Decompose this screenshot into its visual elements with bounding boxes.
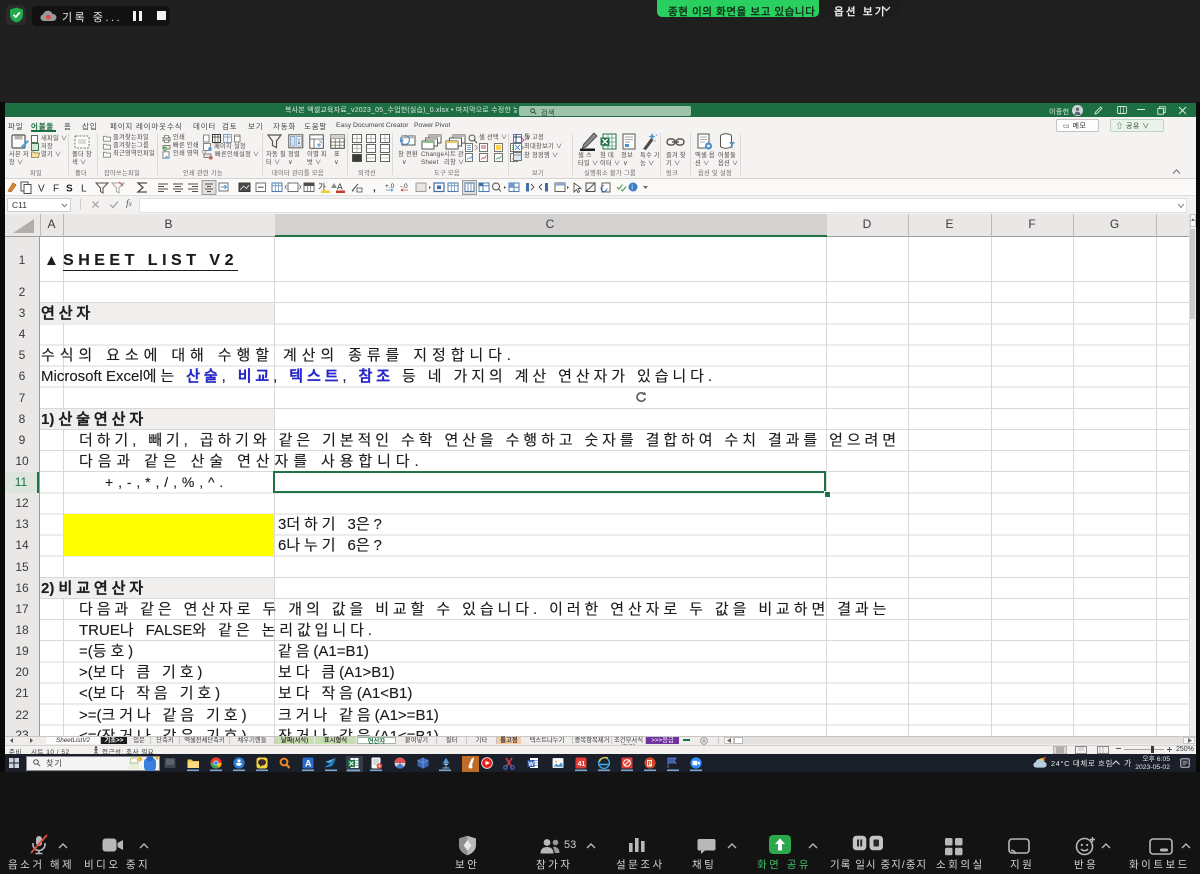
svg-text:F: F — [53, 184, 59, 195]
svg-text:41: 41 — [578, 761, 586, 768]
svg-text:S: S — [66, 184, 73, 195]
svg-text:+.0: +.0 — [385, 183, 395, 190]
svg-text:V: V — [38, 184, 45, 195]
svg-text:A: A — [337, 182, 343, 192]
svg-text:-.0: -.0 — [400, 183, 408, 190]
svg-text:A: A — [305, 759, 312, 769]
svg-text:L: L — [81, 184, 87, 195]
svg-text:P: P — [648, 762, 652, 768]
svg-text:´: ´ — [326, 182, 328, 188]
svg-text:,: , — [373, 183, 376, 194]
svg-text:W: W — [528, 762, 534, 768]
